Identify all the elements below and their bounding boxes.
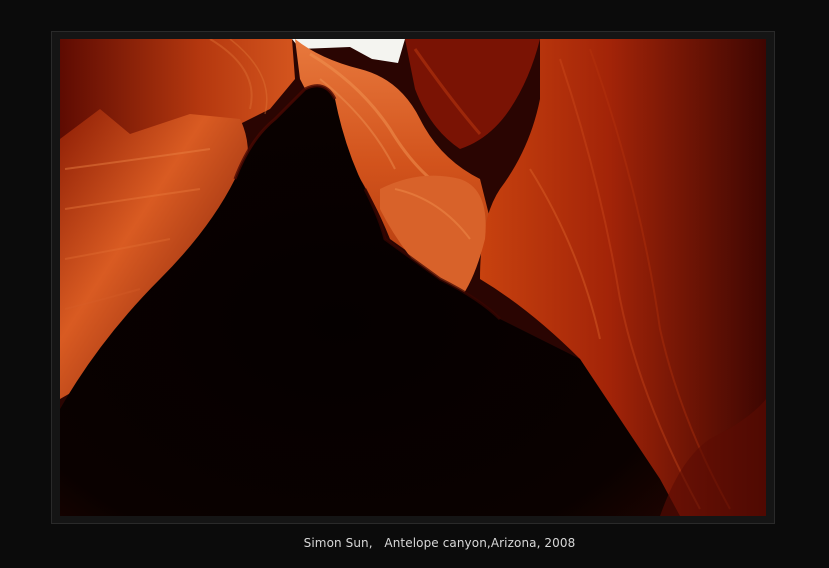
photo-caption: Simon Sun, Antelope canyon,Arizona, 2008 — [303, 536, 576, 550]
canyon-photo — [60, 39, 766, 516]
canyon-illustration — [60, 39, 766, 516]
picture-frame: Simon Sun, Antelope canyon,Arizona, 2008 — [0, 0, 829, 568]
